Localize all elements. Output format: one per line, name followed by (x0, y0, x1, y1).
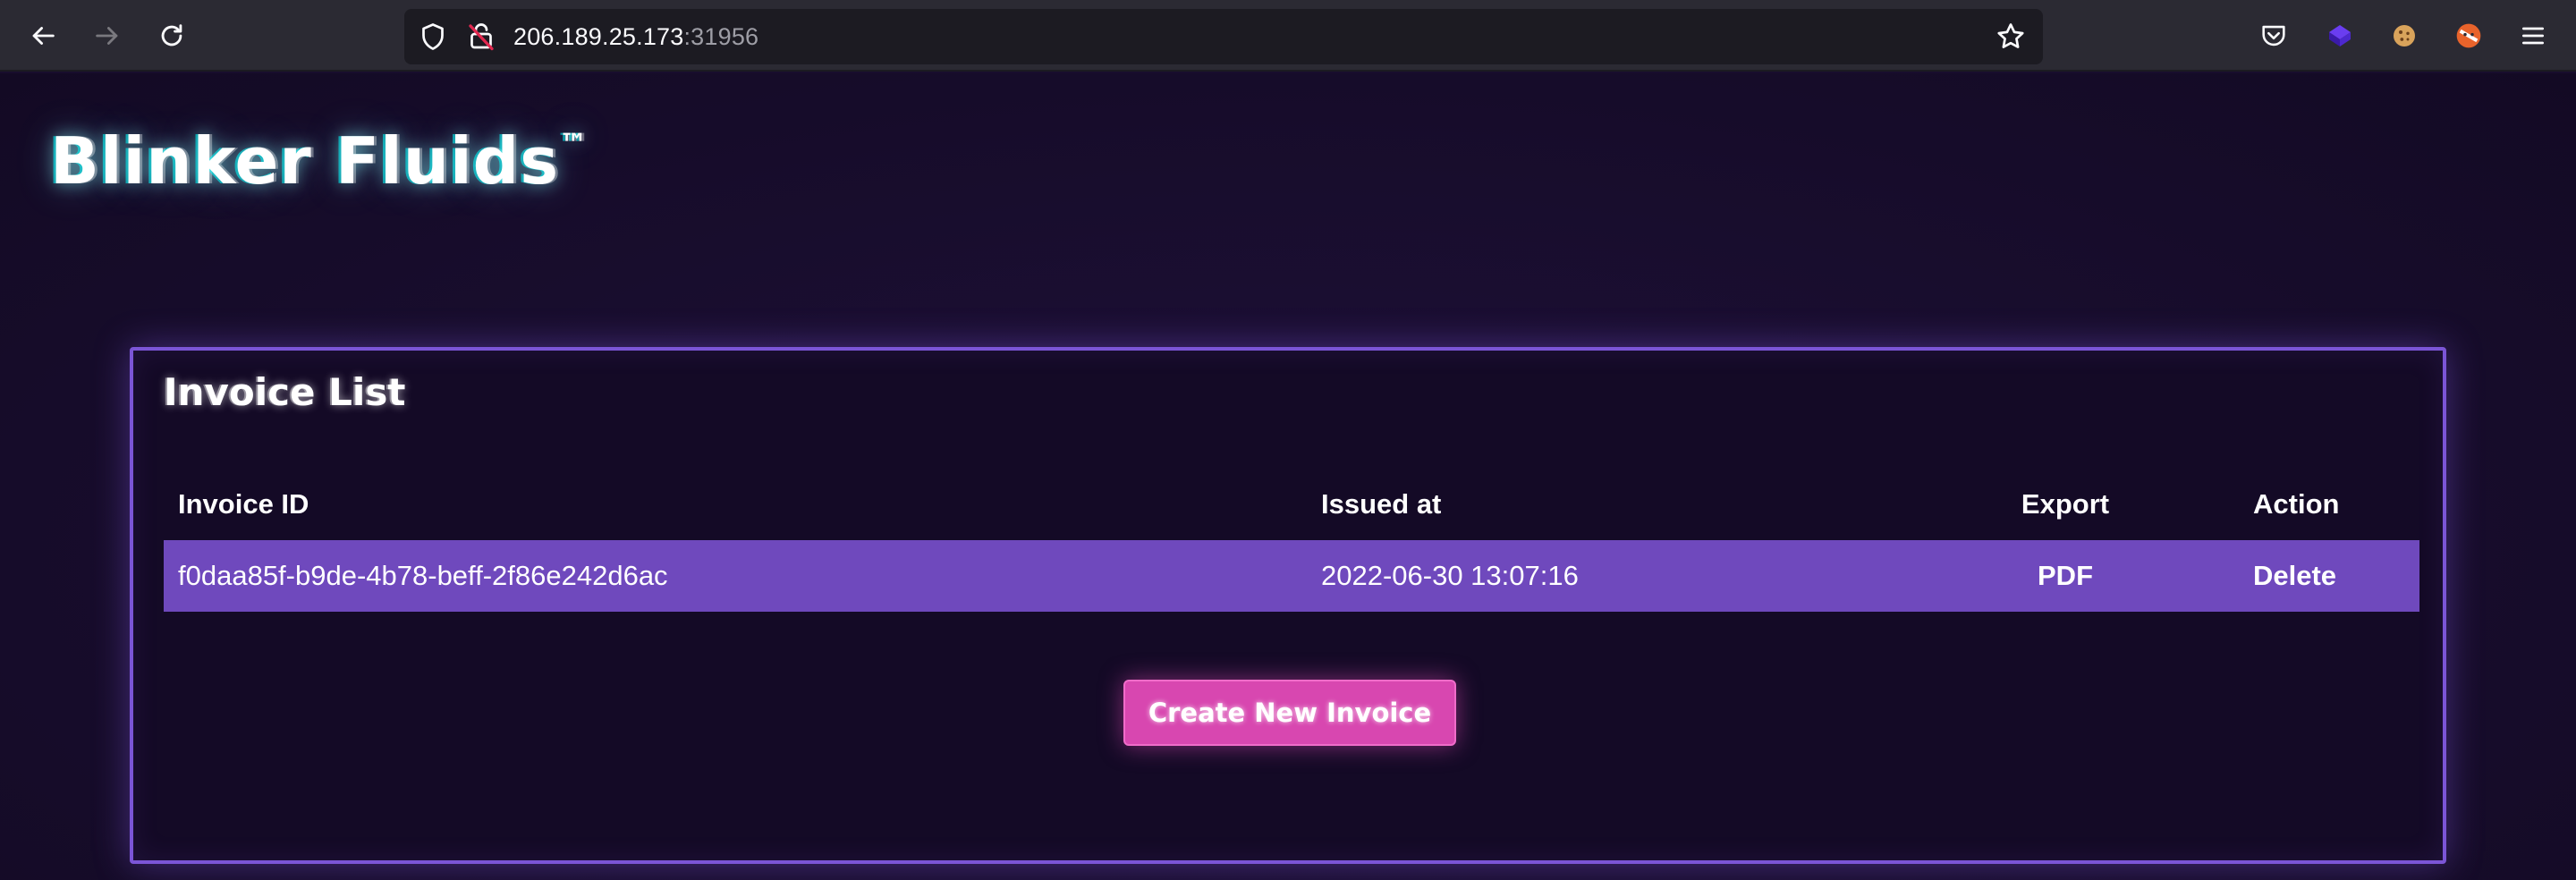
pocket-icon (2262, 25, 2285, 47)
star-icon[interactable] (1995, 21, 2027, 53)
pocket-button[interactable] (2256, 18, 2292, 54)
back-arrow-icon (32, 27, 55, 45)
menu-icon (2522, 27, 2544, 45)
app-logo[interactable]: Blinker Fluids™ (50, 123, 589, 199)
reload-icon (161, 24, 182, 47)
reload-button[interactable] (150, 14, 193, 57)
url-text[interactable]: 206.189.25.173:31956 (513, 22, 758, 51)
panel-title: Invoice List (164, 370, 406, 414)
column-header-action: Action (2253, 488, 2340, 520)
page-content: Blinker Fluids™ Invoice List Invoice ID … (0, 73, 2576, 880)
table-header-row: Invoice ID Issued at Export Action (164, 469, 2419, 540)
cookie-icon (2394, 25, 2415, 47)
export-pdf-link[interactable]: PDF (2012, 540, 2119, 612)
create-new-invoice-button[interactable]: Create New Invoice (1123, 680, 1456, 746)
url-port: :31956 (683, 23, 759, 50)
insecure-lock-icon[interactable] (465, 21, 497, 53)
invoice-table: Invoice ID Issued at Export Action f0daa… (164, 469, 2419, 612)
extension-fox-icon (2456, 23, 2481, 48)
browser-toolbar: 206.189.25.173:31956 (0, 0, 2576, 72)
column-header-issued-at: Issued at (1321, 488, 1442, 520)
table-row: f0daa85f-b9de-4b78-beff-2f86e242d6ac 202… (164, 540, 2419, 612)
delete-invoice-link[interactable]: Delete (2253, 540, 2336, 612)
menu-button[interactable] (2515, 18, 2551, 54)
logo-text: Blinker Fluids (50, 123, 560, 199)
extension-cube-icon (2329, 25, 2351, 47)
invoice-id-cell: f0daa85f-b9de-4b78-beff-2f86e242d6ac (178, 560, 668, 591)
back-button[interactable] (21, 14, 64, 57)
invoice-list-panel: Invoice List Invoice ID Issued at Export… (130, 347, 2446, 864)
shield-icon[interactable] (417, 21, 449, 53)
trademark-symbol: ™ (559, 127, 589, 161)
forward-button[interactable] (86, 14, 129, 57)
extension-cube-button[interactable] (2322, 18, 2358, 54)
url-host: 206.189.25.173 (513, 23, 684, 50)
address-bar[interactable]: 206.189.25.173:31956 (404, 9, 2043, 64)
issued-at-cell: 2022-06-30 13:07:16 (1321, 560, 1579, 591)
column-header-invoice-id: Invoice ID (178, 488, 309, 520)
column-header-export: Export (2021, 488, 2110, 520)
forward-arrow-icon (96, 27, 118, 45)
fox-extension-button[interactable] (2451, 18, 2487, 54)
cookie-extension-button[interactable] (2386, 18, 2422, 54)
